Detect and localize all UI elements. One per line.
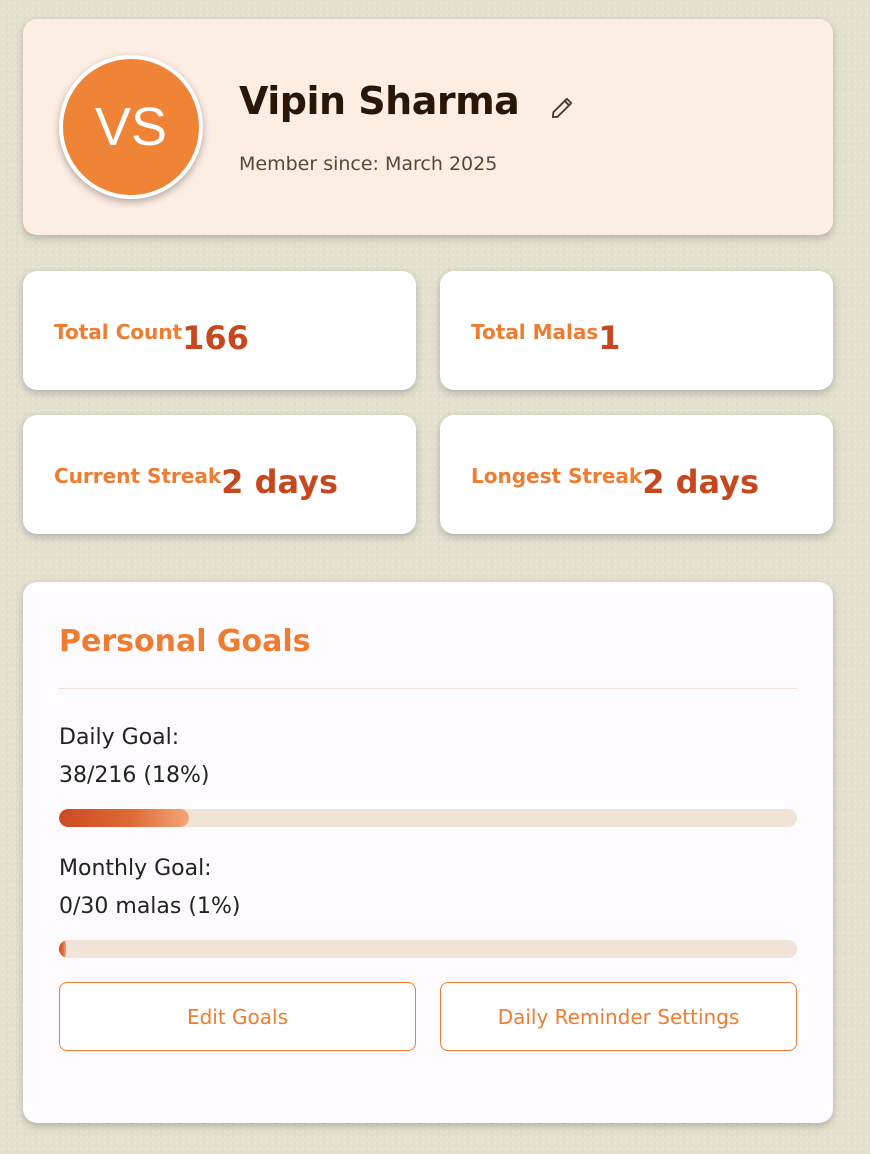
goals-divider xyxy=(59,688,797,689)
avatar-initials: VS xyxy=(94,97,168,157)
personal-goals-card: Personal Goals Daily Goal: 38/216 (18%) … xyxy=(23,582,833,1123)
stat-value-current-streak: 2 days xyxy=(221,463,338,501)
avatar: VS xyxy=(59,55,203,199)
daily-reminder-settings-button[interactable]: Daily Reminder Settings xyxy=(440,982,797,1051)
stat-value-total-count: 166 xyxy=(182,319,249,357)
stat-card-total-count: Total Count 166 xyxy=(23,271,416,390)
monthly-goal-value: 0/30 malas (1%) xyxy=(59,894,241,919)
goals-title: Personal Goals xyxy=(59,624,311,659)
stat-label-longest-streak: Longest Streak xyxy=(471,464,643,488)
monthly-goal-progress-fill xyxy=(59,940,67,958)
monthly-goal-progress-bar xyxy=(59,940,797,958)
pencil-icon[interactable] xyxy=(549,95,575,121)
daily-goal-progress-fill xyxy=(59,809,189,827)
stat-label-total-count: Total Count xyxy=(54,320,183,344)
daily-goal-value: 38/216 (18%) xyxy=(59,763,210,788)
profile-name: Vipin Sharma xyxy=(239,79,520,123)
monthly-goal-label: Monthly Goal: xyxy=(59,856,212,881)
stat-card-total-malas: Total Malas 1 xyxy=(440,271,833,390)
stat-card-longest-streak: Longest Streak 2 days xyxy=(440,415,833,534)
stat-value-longest-streak: 2 days xyxy=(642,463,760,501)
stat-label-current-streak: Current Streak xyxy=(54,464,222,488)
stat-card-current-streak: Current Streak 2 days xyxy=(23,415,416,534)
daily-goal-progress-bar xyxy=(59,809,797,827)
daily-goal-label: Daily Goal: xyxy=(59,725,180,750)
stat-label-total-malas: Total Malas xyxy=(471,320,599,344)
member-since: Member since: March 2025 xyxy=(239,153,498,175)
edit-goals-button[interactable]: Edit Goals xyxy=(59,982,416,1051)
profile-card: VS Vipin Sharma Member since: March 2025 xyxy=(23,19,833,235)
stat-value-total-malas: 1 xyxy=(598,319,621,357)
